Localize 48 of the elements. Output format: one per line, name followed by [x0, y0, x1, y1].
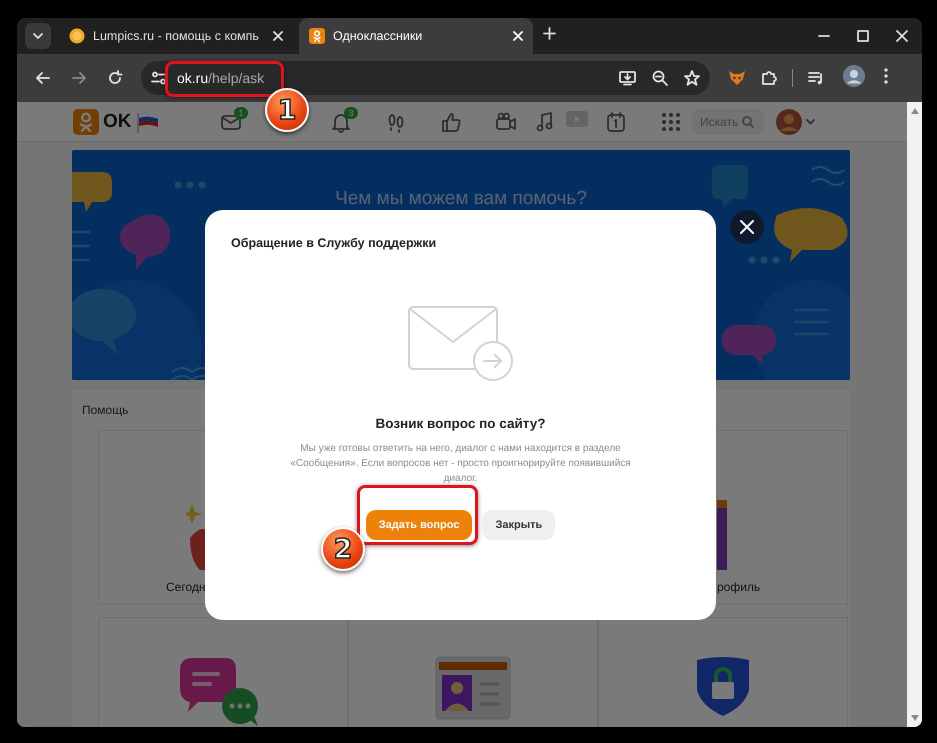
ask-question-button[interactable]: Задать вопрос [366, 510, 472, 540]
browser-tab[interactable]: Lumpics.ru - помощь с компь [59, 18, 293, 54]
more-menu-icon[interactable] [884, 68, 888, 84]
flag-icon [136, 110, 160, 132]
close-icon[interactable] [896, 30, 908, 42]
banner-title: Чем мы можем вам помочь? [334, 188, 588, 210]
dialog-heading: Возник вопрос по сайту? [374, 416, 546, 431]
plus-icon[interactable] [543, 27, 556, 40]
close-icon [740, 220, 754, 234]
logo-text[interactable]: OK [103, 110, 132, 132]
calendar-icon[interactable] [604, 110, 626, 132]
close-dialog-button[interactable]: Закрыть [482, 510, 556, 540]
back-arrow-icon[interactable] [35, 70, 51, 86]
shield-lock-drawing [695, 656, 751, 718]
profile-avatar-icon[interactable] [843, 64, 865, 86]
zoom-icon[interactable] [652, 70, 668, 86]
address-bar[interactable]: ok.ru/help/ask [141, 61, 710, 95]
forward-arrow-icon[interactable] [71, 70, 87, 86]
breadcrumb-link[interactable]: Помощь [82, 403, 128, 417]
app-grid-icon[interactable] [660, 110, 682, 132]
dialog-title: Обращение в Службу поддержки [231, 236, 436, 250]
scroll-up-icon [910, 108, 918, 114]
reload-icon[interactable] [107, 70, 123, 86]
chevron-down-icon [32, 32, 44, 40]
browser-tab[interactable]: Одноклассники [299, 18, 533, 54]
profile-window-drawing [717, 500, 727, 570]
user-avatar-icon[interactable] [776, 108, 802, 134]
tab-list-button[interactable] [25, 23, 51, 49]
notification-badge: 3 [344, 106, 358, 118]
video-camera-icon[interactable] [494, 110, 516, 132]
url-text: ok.ru/help/ask [177, 70, 266, 86]
site-settings-icon[interactable] [151, 70, 167, 86]
star-icon[interactable] [684, 70, 700, 86]
fruit-slice-icon [69, 28, 85, 44]
fox-extension-icon[interactable] [728, 70, 746, 86]
chevron-down-icon[interactable] [806, 118, 815, 124]
thumbs-up-icon[interactable] [440, 110, 462, 132]
music-note-icon[interactable] [534, 110, 556, 132]
ok-logo-icon [309, 28, 325, 44]
scroll-down-icon [910, 715, 918, 721]
install-app-icon[interactable] [619, 70, 636, 86]
search-icon [742, 116, 754, 128]
puzzle-icon[interactable] [761, 70, 777, 86]
maximize-icon[interactable] [857, 30, 869, 42]
close-icon[interactable] [273, 31, 283, 41]
media-playlist-icon[interactable] [808, 70, 824, 86]
notification-badge: 1 [234, 106, 248, 118]
envelope-arrow-icon [408, 306, 514, 382]
